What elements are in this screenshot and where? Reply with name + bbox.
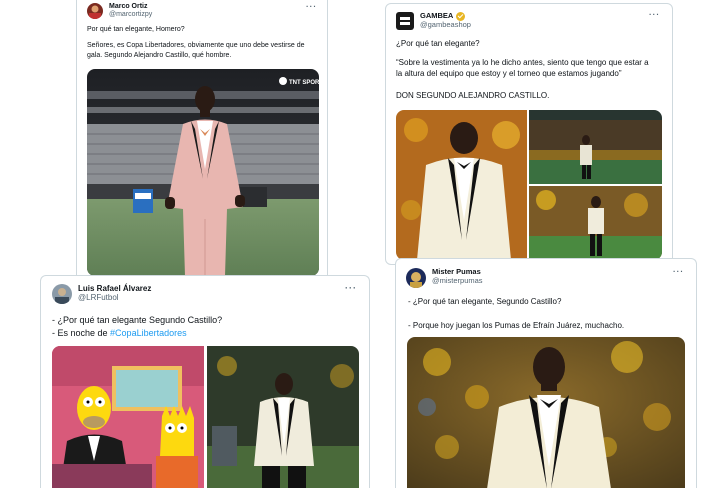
tweet-photo-collage[interactable] [396, 110, 662, 260]
more-options-icon[interactable]: ··· [306, 2, 317, 11]
tweet-card-luis-rafael-alvarez[interactable]: Luis Rafael Álvarez @LRFutbol ··· - ¿Por… [40, 275, 370, 488]
display-name[interactable]: Luis Rafael Álvarez [78, 284, 151, 293]
avatar[interactable] [52, 284, 72, 304]
tweet-line: - Porque hoy juegan los Pumas de Efraín … [408, 320, 625, 330]
tweet-line: - ¿Por qué tan elegante, Segundo Castill… [408, 297, 562, 306]
meme-photos [52, 346, 359, 488]
tweet-line: Por qué tan elegante, Homero? [87, 26, 185, 33]
tweet-photo-pair[interactable] [52, 346, 359, 488]
tweet-card-marco-ortiz[interactable]: Marco Ortiz @marcortizpy ··· Por qué tan… [76, 0, 328, 283]
tweet-photo[interactable]: TNT SPORTS [87, 69, 319, 276]
tweet-line-text: - Es noche de [52, 328, 111, 339]
user-handle[interactable]: @misterpumas [432, 276, 483, 286]
tweet-header: GAMBEA @gambeashop [396, 12, 471, 30]
more-options-icon[interactable]: ··· [673, 267, 684, 276]
collage-photos [396, 110, 662, 260]
stadium-photo: TNT SPORTS [87, 69, 319, 276]
tweet-photo[interactable] [407, 337, 685, 488]
tweet-line: DON SEGUNDO ALEJANDRO CASTILLO. [396, 90, 550, 100]
tweet-text: - ¿Por qué tan elegante, Segundo Castill… [408, 296, 624, 331]
tweet-line: “Sobre la vestimenta ya lo he dicho ante… [396, 57, 649, 67]
display-name[interactable]: Marco Ortiz [109, 3, 152, 11]
tweet-card-gambea[interactable]: GAMBEA @gambeashop ··· ¿Por qué tan eleg… [385, 3, 673, 265]
avatar[interactable] [87, 3, 103, 19]
tweet-header: Luis Rafael Álvarez @LRFutbol [52, 284, 151, 304]
tweet-line: Señores, es Copa Libertadores, obviament… [87, 42, 305, 50]
more-options-icon[interactable]: ··· [345, 283, 357, 293]
tweet-header: Marco Ortiz @marcortizpy [87, 3, 152, 19]
tweet-header: Mister Pumas @misterpumas [406, 267, 483, 288]
svg-text:TNT SPORTS: TNT SPORTS [289, 80, 319, 86]
tweet-text: - ¿Por qué tan elegante Segundo Castillo… [52, 314, 222, 340]
tweet-line: - ¿Por qué tan elegante Segundo Castillo… [52, 315, 223, 325]
more-options-icon[interactable]: ··· [649, 10, 660, 19]
avatar[interactable] [406, 268, 426, 288]
tweet-line: - Es noche de #CopaLibertadores [52, 327, 222, 340]
avatar[interactable] [396, 12, 414, 30]
avatar-image [410, 272, 422, 288]
avatar-image [89, 5, 101, 19]
tweet-card-mister-pumas[interactable]: Mister Pumas @misterpumas ··· - ¿Por qué… [395, 258, 697, 488]
tweet-line: la altura del equipo que estoy y el torn… [396, 69, 622, 79]
tweet-text: Por qué tan elegante, Homero? Señores, e… [87, 25, 305, 61]
stadium-photo [407, 337, 685, 488]
user-handle[interactable]: @gambeashop [420, 20, 471, 30]
gambea-logo-icon [400, 17, 410, 25]
tweet-text: ¿Por qué tan elegante? “Sobre la vestime… [396, 38, 649, 101]
user-handle[interactable]: @LRFutbol [78, 293, 151, 302]
hashtag-link[interactable]: #CopaLibertadores [110, 328, 187, 338]
tweet-line: ¿Por qué tan elegante? [396, 39, 480, 48]
tweet-line: gala. Segundo Alejandro Castillo, qué ho… [87, 52, 232, 60]
user-handle[interactable]: @marcortizpy [109, 11, 152, 19]
avatar-image [55, 288, 69, 304]
